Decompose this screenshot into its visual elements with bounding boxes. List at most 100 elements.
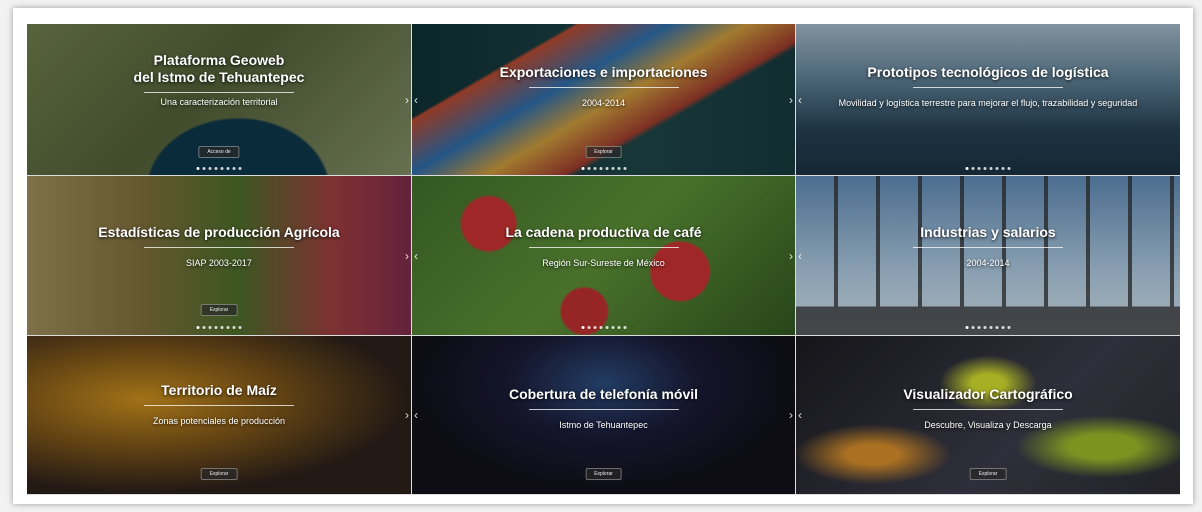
tile-title: Exportaciones e importaciones (499, 64, 708, 80)
prev-arrow-icon[interactable]: ‹ (414, 93, 418, 107)
carousel-dot[interactable] (971, 167, 975, 170)
carousel-dot[interactable] (581, 167, 584, 170)
carousel-dots (581, 167, 626, 170)
carousel-dot[interactable] (1001, 326, 1005, 329)
tile-subtitle: Una caracterización territorial (160, 97, 278, 107)
title-divider (528, 409, 679, 410)
carousel-dot[interactable] (220, 167, 224, 170)
carousel-dot[interactable] (208, 326, 212, 329)
carousel-dot[interactable] (605, 326, 608, 329)
next-arrow-icon[interactable]: › (405, 249, 409, 263)
explore-button[interactable]: Explorar (200, 304, 238, 316)
carousel-dot[interactable] (983, 167, 987, 170)
tile-subtitle: 2004-2014 (581, 98, 626, 108)
prev-arrow-icon[interactable]: ‹ (414, 249, 418, 263)
tile-industrias[interactable]: Industrias y salarios 2004-2014 ‹ (796, 176, 1180, 336)
prev-arrow-icon[interactable]: ‹ (798, 408, 802, 422)
carousel-dot[interactable] (226, 326, 230, 329)
tile-subtitle: Zonas potenciales de producción (152, 416, 286, 426)
tile-title: Plataforma Geoweb del Istmo de Tehuantep… (133, 52, 305, 85)
tile-exportaciones[interactable]: Exportaciones e importaciones 2004-2014 … (412, 24, 796, 176)
explore-button[interactable]: Explorar (969, 468, 1007, 480)
carousel-dot[interactable] (202, 167, 206, 170)
tile-title: Cobertura de telefonía móvil (508, 386, 699, 402)
carousel-dot[interactable] (611, 326, 614, 329)
next-arrow-icon[interactable]: › (789, 93, 793, 107)
carousel-dots (965, 167, 1011, 170)
tile-cafe[interactable]: La cadena productiva de café Región Sur-… (412, 176, 796, 336)
carousel-dot[interactable] (587, 167, 590, 170)
tile-telefonia[interactable]: Cobertura de telefonía móvil Istmo de Te… (412, 336, 796, 495)
tile-title: Prototipos tecnológicos de logística (867, 64, 1109, 80)
tile-title: La cadena productiva de café (505, 224, 702, 240)
carousel-dot[interactable] (593, 167, 596, 170)
explore-button[interactable]: Explorar (200, 468, 238, 480)
next-arrow-icon[interactable]: › (405, 408, 409, 422)
carousel-dot[interactable] (605, 167, 608, 170)
tile-grid: Plataforma Geoweb del Istmo de Tehuantep… (27, 24, 1180, 495)
carousel-dot[interactable] (202, 326, 206, 329)
carousel-dot[interactable] (196, 326, 200, 329)
prev-arrow-icon[interactable]: ‹ (798, 249, 802, 263)
carousel-dot[interactable] (977, 326, 981, 329)
carousel-dot[interactable] (238, 326, 242, 329)
carousel-dot[interactable] (983, 326, 987, 329)
carousel-dot[interactable] (617, 167, 620, 170)
next-arrow-icon[interactable]: › (789, 408, 793, 422)
carousel-dot[interactable] (1001, 167, 1005, 170)
tile-text: Plataforma Geoweb del Istmo de Tehuantep… (27, 52, 411, 107)
tile-visualizador[interactable]: Visualizador Cartográfico Descubre, Visu… (796, 336, 1180, 495)
tile-estadisticas[interactable]: Estadísticas de producción Agrícola SIAP… (27, 176, 412, 336)
carousel-dot[interactable] (238, 167, 242, 170)
carousel-dot[interactable] (1007, 167, 1011, 170)
carousel-dot[interactable] (232, 326, 236, 329)
tile-geoweb[interactable]: Plataforma Geoweb del Istmo de Tehuantep… (27, 24, 412, 176)
title-divider (528, 87, 679, 88)
carousel-dot[interactable] (989, 326, 993, 329)
carousel-dot[interactable] (965, 326, 969, 329)
tile-subtitle: Movilidad y logística terrestre para mej… (838, 98, 1138, 108)
next-arrow-icon[interactable]: › (789, 249, 793, 263)
tile-text: Industrias y salarios 2004-2014 (796, 224, 1180, 268)
tile-subtitle: Istmo de Tehuantepec (559, 420, 648, 430)
carousel-dot[interactable] (593, 326, 596, 329)
title-divider (144, 405, 294, 406)
title-divider (528, 247, 679, 248)
carousel-dot[interactable] (995, 167, 999, 170)
tile-subtitle: Descubre, Visualiza y Descarga (924, 420, 1052, 430)
carousel-dot[interactable] (599, 326, 602, 329)
next-arrow-icon[interactable]: › (405, 93, 409, 107)
tile-subtitle: SIAP 2003-2017 (186, 258, 252, 268)
carousel-dot[interactable] (989, 167, 993, 170)
carousel-dot[interactable] (599, 167, 602, 170)
carousel-dot[interactable] (617, 326, 620, 329)
carousel-dot[interactable] (232, 167, 236, 170)
title-divider (144, 92, 294, 93)
explore-button[interactable]: Explorar (585, 146, 622, 158)
carousel-dot[interactable] (995, 326, 999, 329)
carousel-dot[interactable] (208, 167, 212, 170)
carousel-dot[interactable] (971, 326, 975, 329)
carousel-dot[interactable] (587, 326, 590, 329)
carousel-dot[interactable] (623, 326, 626, 329)
tile-prototipos[interactable]: Prototipos tecnológicos de logística Mov… (796, 24, 1180, 176)
carousel-dot[interactable] (196, 167, 200, 170)
carousel-dot[interactable] (623, 167, 626, 170)
carousel-dot[interactable] (220, 326, 224, 329)
access-button[interactable]: Acceso de (198, 146, 240, 158)
tile-text: Estadísticas de producción Agrícola SIAP… (27, 224, 411, 268)
carousel-dot[interactable] (226, 167, 230, 170)
explore-button[interactable]: Explorar (585, 468, 622, 480)
carousel-dot[interactable] (611, 167, 614, 170)
prev-arrow-icon[interactable]: ‹ (414, 408, 418, 422)
carousel-dot[interactable] (965, 167, 969, 170)
carousel-dot[interactable] (214, 326, 218, 329)
tile-maiz[interactable]: Territorio de Maíz Zonas potenciales de … (27, 336, 412, 495)
carousel-dot[interactable] (214, 167, 218, 170)
carousel-dot[interactable] (977, 167, 981, 170)
tile-subtitle: Región Sur-Sureste de México (542, 258, 665, 268)
carousel-dot[interactable] (581, 326, 584, 329)
carousel-dot[interactable] (1007, 326, 1011, 329)
tile-title: Estadísticas de producción Agrícola (98, 224, 340, 240)
prev-arrow-icon[interactable]: ‹ (798, 93, 802, 107)
